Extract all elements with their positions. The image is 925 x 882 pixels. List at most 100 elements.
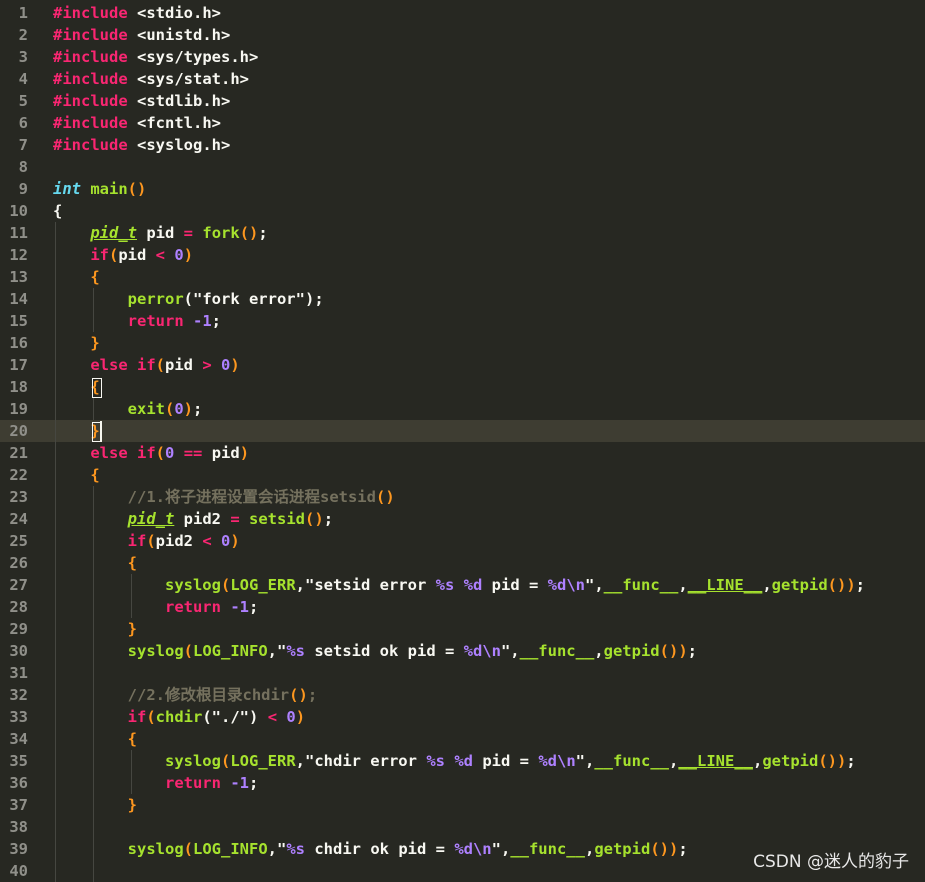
code-token: int (53, 180, 81, 198)
line-number: 18 (9, 378, 28, 396)
code-token: () (827, 576, 847, 594)
code-token: () (659, 642, 679, 660)
code-line[interactable]: 20 } (0, 420, 925, 442)
indent-guide (93, 398, 94, 420)
code-token: ) (183, 246, 194, 264)
code-line[interactable]: 12 if(pid < 0) (0, 244, 925, 266)
code-line[interactable]: 36 return -1; (0, 772, 925, 794)
code-line[interactable]: 6 #include <fcntl.h> (0, 112, 925, 134)
code-token: () (818, 752, 837, 770)
code-line[interactable]: 34 { (0, 728, 925, 750)
code-token: -1 (230, 774, 249, 792)
code-token: ) (295, 708, 306, 726)
code-text: syslog(LOG_ERR,"setsid error %s %d pid =… (53, 574, 865, 596)
code-text: pid_t pid = fork(); (53, 222, 267, 244)
code-line[interactable]: 32 //2.修改根目录chdir(); (0, 684, 925, 706)
code-line[interactable]: 25 if(pid2 < 0) (0, 530, 925, 552)
code-line[interactable]: 9 int main() (0, 178, 925, 200)
code-token: () (375, 488, 395, 506)
code-token: #include (53, 70, 128, 88)
code-line[interactable]: 22 { (0, 464, 925, 486)
code-line[interactable]: 7 #include <syslog.h> (0, 134, 925, 156)
code-line[interactable]: 14 perror("fork error"); (0, 288, 925, 310)
code-token: ", (575, 752, 595, 770)
code-token: = (183, 224, 194, 242)
code-line[interactable]: 3 #include <sys/types.h> (0, 46, 925, 68)
code-token: ,"setsid error (295, 576, 436, 594)
code-line[interactable]: 26 { (0, 552, 925, 574)
code-line[interactable]: 1 #include <stdio.h> (0, 2, 925, 24)
code-token: 0 (165, 444, 175, 462)
code-line[interactable]: 29 } (0, 618, 925, 640)
code-line[interactable]: 30 syslog(LOG_INFO,"%s setsid ok pid = %… (0, 640, 925, 662)
code-line[interactable]: 19 exit(0); (0, 398, 925, 420)
line-number: 7 (18, 136, 28, 154)
code-line[interactable]: 8 (0, 156, 925, 178)
code-line[interactable]: 17 else if(pid > 0) (0, 354, 925, 376)
indent-guide (131, 574, 132, 618)
code-token: { (127, 730, 137, 748)
code-line[interactable]: 4 #include <sys/stat.h> (0, 68, 925, 90)
code-line[interactable]: 10 { (0, 200, 925, 222)
code-line[interactable]: 15 return -1; (0, 310, 925, 332)
code-token: pid2 (155, 532, 203, 550)
code-line[interactable]: 31 (0, 662, 925, 684)
code-token: ; (855, 576, 866, 594)
code-token: %d\n (463, 642, 501, 660)
code-line[interactable]: 2 #include <unistd.h> (0, 24, 925, 46)
code-token: perror (127, 290, 184, 308)
code-token: __LINE__ (687, 576, 763, 594)
code-line[interactable]: 13 { (0, 266, 925, 288)
code-token: ) (668, 840, 679, 858)
code-line[interactable]: 24 pid_t pid2 = setsid(); (0, 508, 925, 530)
code-token: 0 (221, 532, 231, 550)
line-number: 27 (9, 576, 28, 594)
code-token: if (137, 356, 156, 374)
code-line[interactable]: 16 } (0, 332, 925, 354)
code-line[interactable]: 5 #include <stdlib.h> (0, 90, 925, 112)
code-line[interactable]: 28 return -1; (0, 596, 925, 618)
code-token: #include (53, 92, 128, 110)
code-token: ; (314, 290, 324, 308)
line-number: 10 (9, 202, 28, 220)
code-line[interactable]: 18 { (0, 376, 925, 398)
code-line[interactable]: 27 syslog(LOG_ERR,"setsid error %s %d pi… (0, 574, 925, 596)
code-token: = (230, 510, 240, 528)
code-token: return (164, 774, 221, 792)
code-line[interactable]: 38 (0, 816, 925, 838)
code-line[interactable]: 35 syslog(LOG_ERR,"chdir error %s %d pid… (0, 750, 925, 772)
code-token: () (305, 510, 324, 528)
code-token: pid = (473, 752, 539, 770)
code-token: ("fork error") (183, 290, 315, 308)
code-token: ) (846, 576, 856, 594)
code-line[interactable]: 11 pid_t pid = fork(); (0, 222, 925, 244)
code-line[interactable]: 33 if(chdir("./") < 0) (0, 706, 925, 728)
code-token: ; (307, 686, 318, 704)
code-editor[interactable]: 1 #include <stdio.h> 2 #include <unistd.h> 3… (0, 0, 925, 882)
code-line[interactable]: 37 } (0, 794, 925, 816)
code-line[interactable]: 23 //1.将子进程设置会话进程setsid() (0, 486, 925, 508)
code-token: ( (109, 246, 119, 264)
code-token: } (127, 620, 137, 638)
code-token: return (164, 598, 221, 616)
code-line[interactable]: 21 else if(0 == pid) (0, 442, 925, 464)
